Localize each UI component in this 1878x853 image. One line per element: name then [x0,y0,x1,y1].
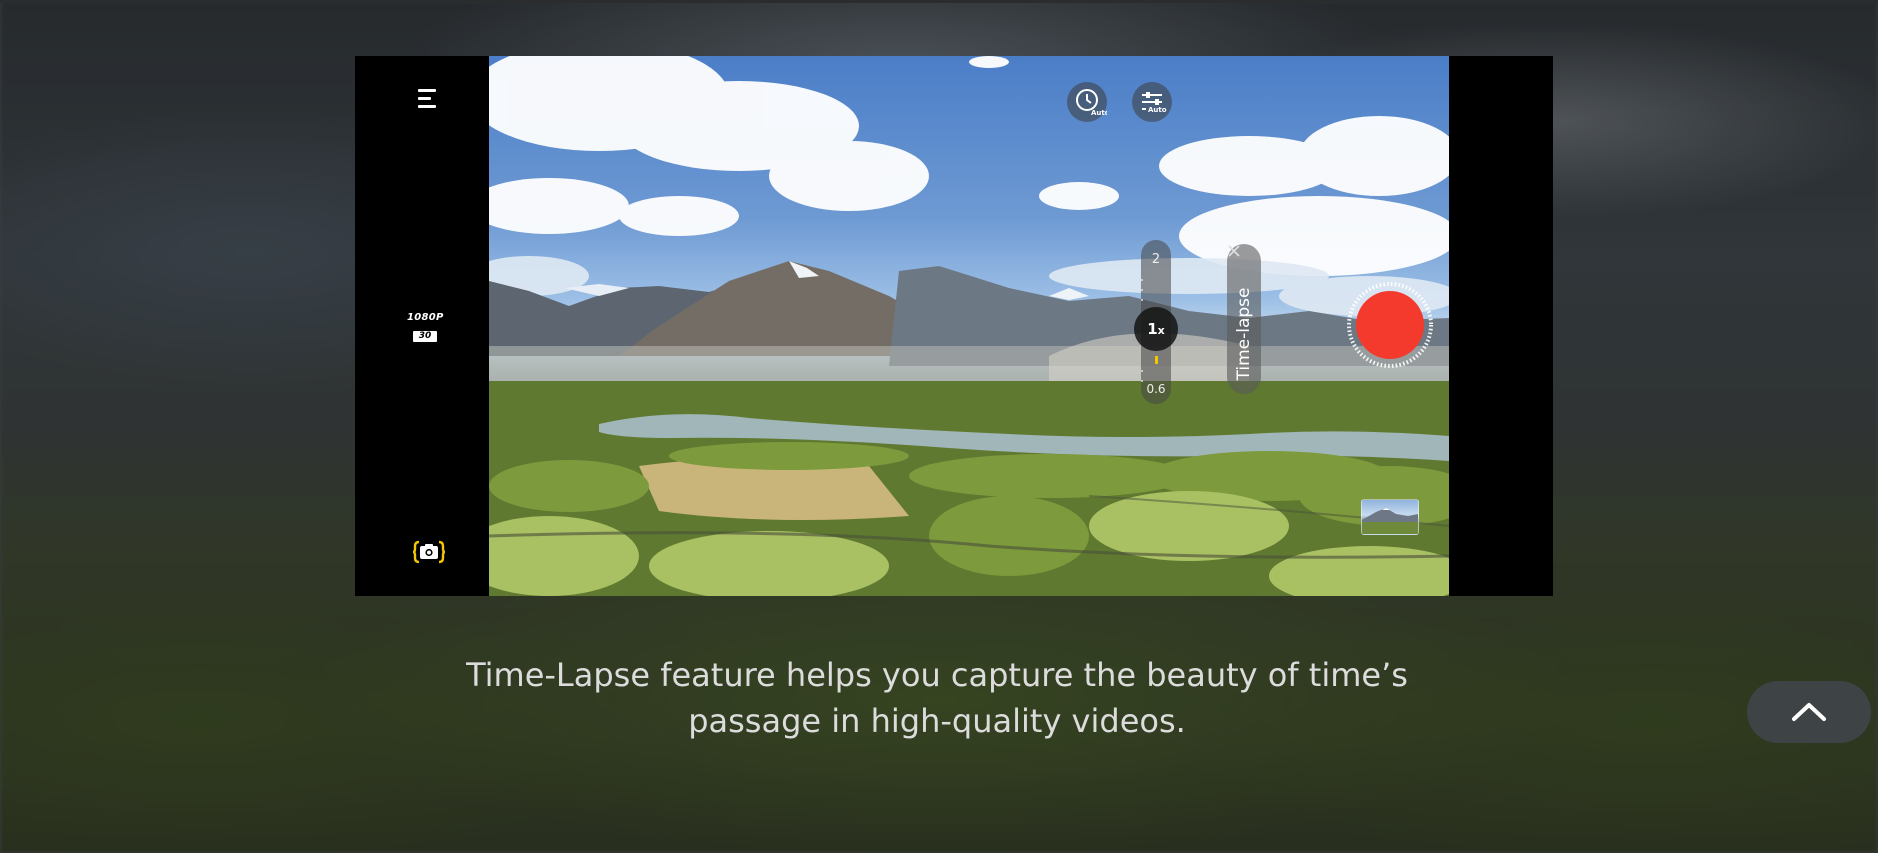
resolution-badge[interactable]: 1080P 30 [407,312,443,342]
menu-icon[interactable] [418,89,438,111]
scroll-to-top-button[interactable] [1747,681,1871,743]
svg-text:Auto: Auto [1091,109,1107,117]
chevron-up-icon [1792,703,1826,721]
zoom-ticks-upper [1141,279,1143,301]
right-toolbar [1449,56,1553,596]
zoom-unit: x [1157,324,1165,337]
record-button[interactable] [1345,280,1435,370]
zoom-slider[interactable]: 2 1x 0.6 [1134,240,1178,404]
timer-auto-icon[interactable]: Auto [1067,82,1107,122]
mode-label: Time-lapse [1234,287,1254,381]
gallery-thumbnail[interactable] [1361,499,1419,535]
feature-caption: Time-Lapse feature helps you capture the… [355,652,1519,744]
zoom-current-value: 1 [1147,320,1158,338]
phone-screenshot: 1080P 30 Aut Auto 2 1x 0.6 Time-lapse [355,56,1553,596]
zoom-indicator [1155,356,1158,364]
camera-switch-icon[interactable] [412,540,446,564]
fps-label: 30 [412,331,438,342]
zoom-min-label: 0.6 [1146,382,1166,396]
top-divider [0,0,1878,3]
resolution-label: 1080P [407,312,444,323]
adjust-auto-icon[interactable]: Auto [1132,82,1172,122]
caption-line-1: Time-Lapse feature helps you capture the… [466,656,1408,694]
zoom-max-label: 2 [1151,252,1161,267]
caption-line-2: passage in high-quality videos. [688,702,1186,740]
svg-text:Auto: Auto [1148,106,1167,114]
zoom-current-knob[interactable]: 1x [1134,307,1178,351]
thumbnail-image [1362,508,1418,534]
landscape-scene [489,56,1449,596]
camera-viewfinder: Auto Auto 2 1x 0.6 [489,56,1449,596]
close-icon[interactable] [1227,244,1241,258]
left-toolbar: 1080P 30 [355,56,489,596]
record-dot [1356,291,1424,359]
mode-indicator: Time-lapse [1227,244,1261,394]
